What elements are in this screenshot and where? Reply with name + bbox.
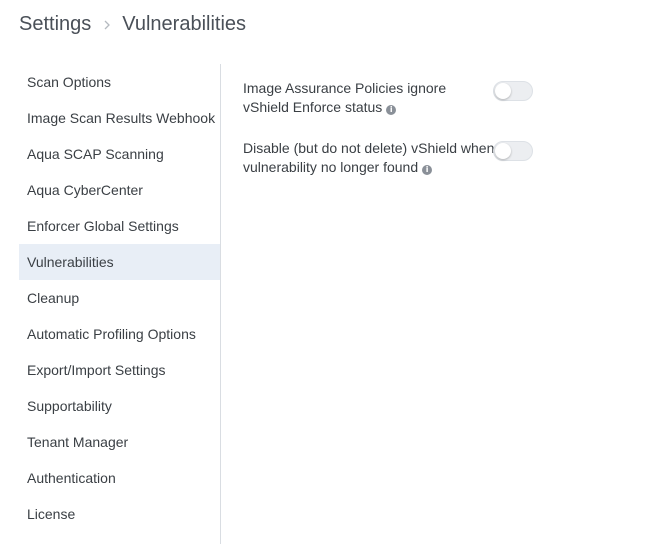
- sidebar-item-supportability[interactable]: Supportability: [19, 388, 220, 424]
- sidebar-item-authentication[interactable]: Authentication: [19, 460, 220, 496]
- sidebar-item-aqua-cybercenter[interactable]: Aqua CyberCenter: [19, 172, 220, 208]
- breadcrumb-root[interactable]: Settings: [19, 13, 91, 36]
- sidebar-item-export-import-settings[interactable]: Export/Import Settings: [19, 352, 220, 388]
- ignore-vshield-enforce-toggle[interactable]: [493, 81, 533, 101]
- sidebar-item-tenant-manager[interactable]: Tenant Manager: [19, 424, 220, 460]
- breadcrumb: Settings Vulnerabilities: [19, 11, 246, 37]
- sidebar-item-vulnerabilities[interactable]: Vulnerabilities: [19, 244, 220, 280]
- info-icon[interactable]: i: [386, 105, 397, 115]
- disable-vshield-toggle[interactable]: [493, 141, 533, 161]
- sidebar-item-cleanup[interactable]: Cleanup: [19, 280, 220, 316]
- setting-ignore-vshield-enforce-status: Image Assurance Policies ignore vShield …: [243, 79, 543, 119]
- setting-label-line1: Image Assurance Policies ignore: [243, 80, 447, 96]
- sidebar-item-scan-options[interactable]: Scan Options: [19, 64, 220, 100]
- toggle-knob: [495, 143, 511, 159]
- info-icon[interactable]: i: [422, 165, 433, 175]
- toggle-knob: [495, 83, 511, 99]
- vulnerabilities-settings-panel: Image Assurance Policies ignore vShield …: [243, 79, 543, 199]
- setting-label: Disable (but do not delete) vShield when…: [243, 139, 495, 177]
- breadcrumb-current: Vulnerabilities: [122, 12, 247, 35]
- sidebar-item-image-scan-results-webhook[interactable]: Image Scan Results Webhook: [19, 100, 220, 136]
- setting-disable-vshield-when-fixed: Disable (but do not delete) vShield when…: [243, 139, 543, 179]
- sidebar-item-aqua-scap-scanning[interactable]: Aqua SCAP Scanning: [19, 136, 220, 172]
- setting-label-line2: vShield Enforce status: [243, 99, 383, 115]
- setting-label-line2: vulnerability no longer found: [243, 159, 419, 175]
- sidebar-divider: [220, 64, 221, 544]
- sidebar-item-enforcer-global-settings[interactable]: Enforcer Global Settings: [19, 208, 220, 244]
- settings-sidebar: Scan Options Image Scan Results Webhook …: [19, 64, 220, 544]
- sidebar-item-automatic-profiling-options[interactable]: Automatic Profiling Options: [19, 316, 220, 352]
- sidebar-item-license[interactable]: License: [19, 496, 220, 532]
- setting-label-line1: Disable (but do not delete) vShield when: [243, 140, 495, 156]
- setting-label: Image Assurance Policies ignore vShield …: [243, 79, 495, 117]
- chevron-right-icon: [102, 18, 112, 32]
